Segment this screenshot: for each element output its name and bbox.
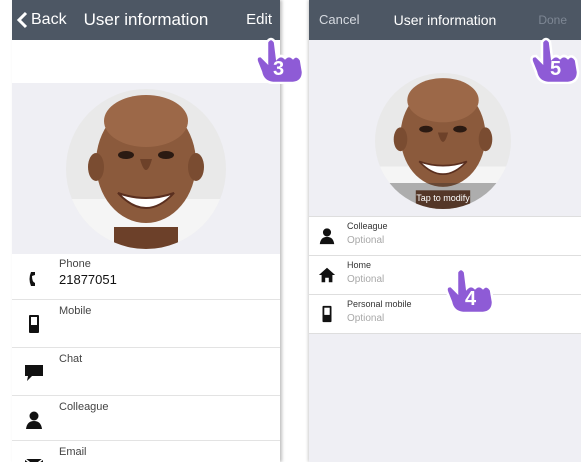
done-button[interactable]: Done xyxy=(538,0,567,40)
contact-row-mobile[interactable]: Mobile xyxy=(12,300,280,348)
contact-row-email[interactable]: Email xyxy=(12,441,280,462)
mobile-icon xyxy=(322,305,332,323)
mobile-icon xyxy=(29,315,39,333)
navigation-bar: Back User information Edit xyxy=(12,0,280,40)
avatar xyxy=(66,89,226,249)
contact-row-phone[interactable]: Phone 21877051 xyxy=(12,254,280,300)
tap-to-modify-label: Tap to modify xyxy=(416,193,470,203)
step-4-callout: 4 xyxy=(443,266,499,315)
mail-icon xyxy=(24,458,44,462)
person-icon xyxy=(26,411,42,429)
user-info-screen-view: Back User information Edit Phone 2187705… xyxy=(12,0,280,462)
home-label: Home xyxy=(347,260,372,270)
person-icon xyxy=(319,228,335,245)
home-icon xyxy=(318,267,336,283)
step-3-callout: 3 xyxy=(253,36,309,85)
contact-row-colleague[interactable]: Colleague xyxy=(12,396,280,441)
page-title: User information xyxy=(83,10,209,29)
colleague-label: Colleague xyxy=(347,221,388,231)
navigation-bar: Cancel User information Done xyxy=(309,0,581,40)
edit-button[interactable]: Edit xyxy=(246,0,272,40)
profile-photo-area xyxy=(12,83,280,254)
chat-label: Chat xyxy=(59,353,83,365)
phone-value: 21877051 xyxy=(59,272,117,287)
colleague-field[interactable]: Optional xyxy=(347,235,384,246)
email-label: Email xyxy=(59,446,87,458)
phone-label: Phone xyxy=(59,258,91,270)
header-spacer xyxy=(12,40,280,83)
profile-photo-button[interactable]: Tap to modify xyxy=(375,73,511,209)
step-5-number: 5 xyxy=(550,58,562,80)
personal-mobile-field[interactable]: Optional xyxy=(347,313,384,324)
step-4-number: 4 xyxy=(465,288,477,310)
home-field[interactable]: Optional xyxy=(347,274,384,285)
phone-icon xyxy=(29,272,35,286)
field-row-colleague[interactable]: Colleague Optional xyxy=(309,216,581,256)
step-5-callout: 5 xyxy=(528,36,581,85)
colleague-label: Colleague xyxy=(59,401,109,413)
step-3-number: 3 xyxy=(273,58,285,80)
mobile-label: Mobile xyxy=(59,305,92,317)
personal-mobile-label: Personal mobile xyxy=(347,299,412,309)
contact-row-chat[interactable]: Chat xyxy=(12,348,280,396)
chat-icon xyxy=(25,365,43,381)
